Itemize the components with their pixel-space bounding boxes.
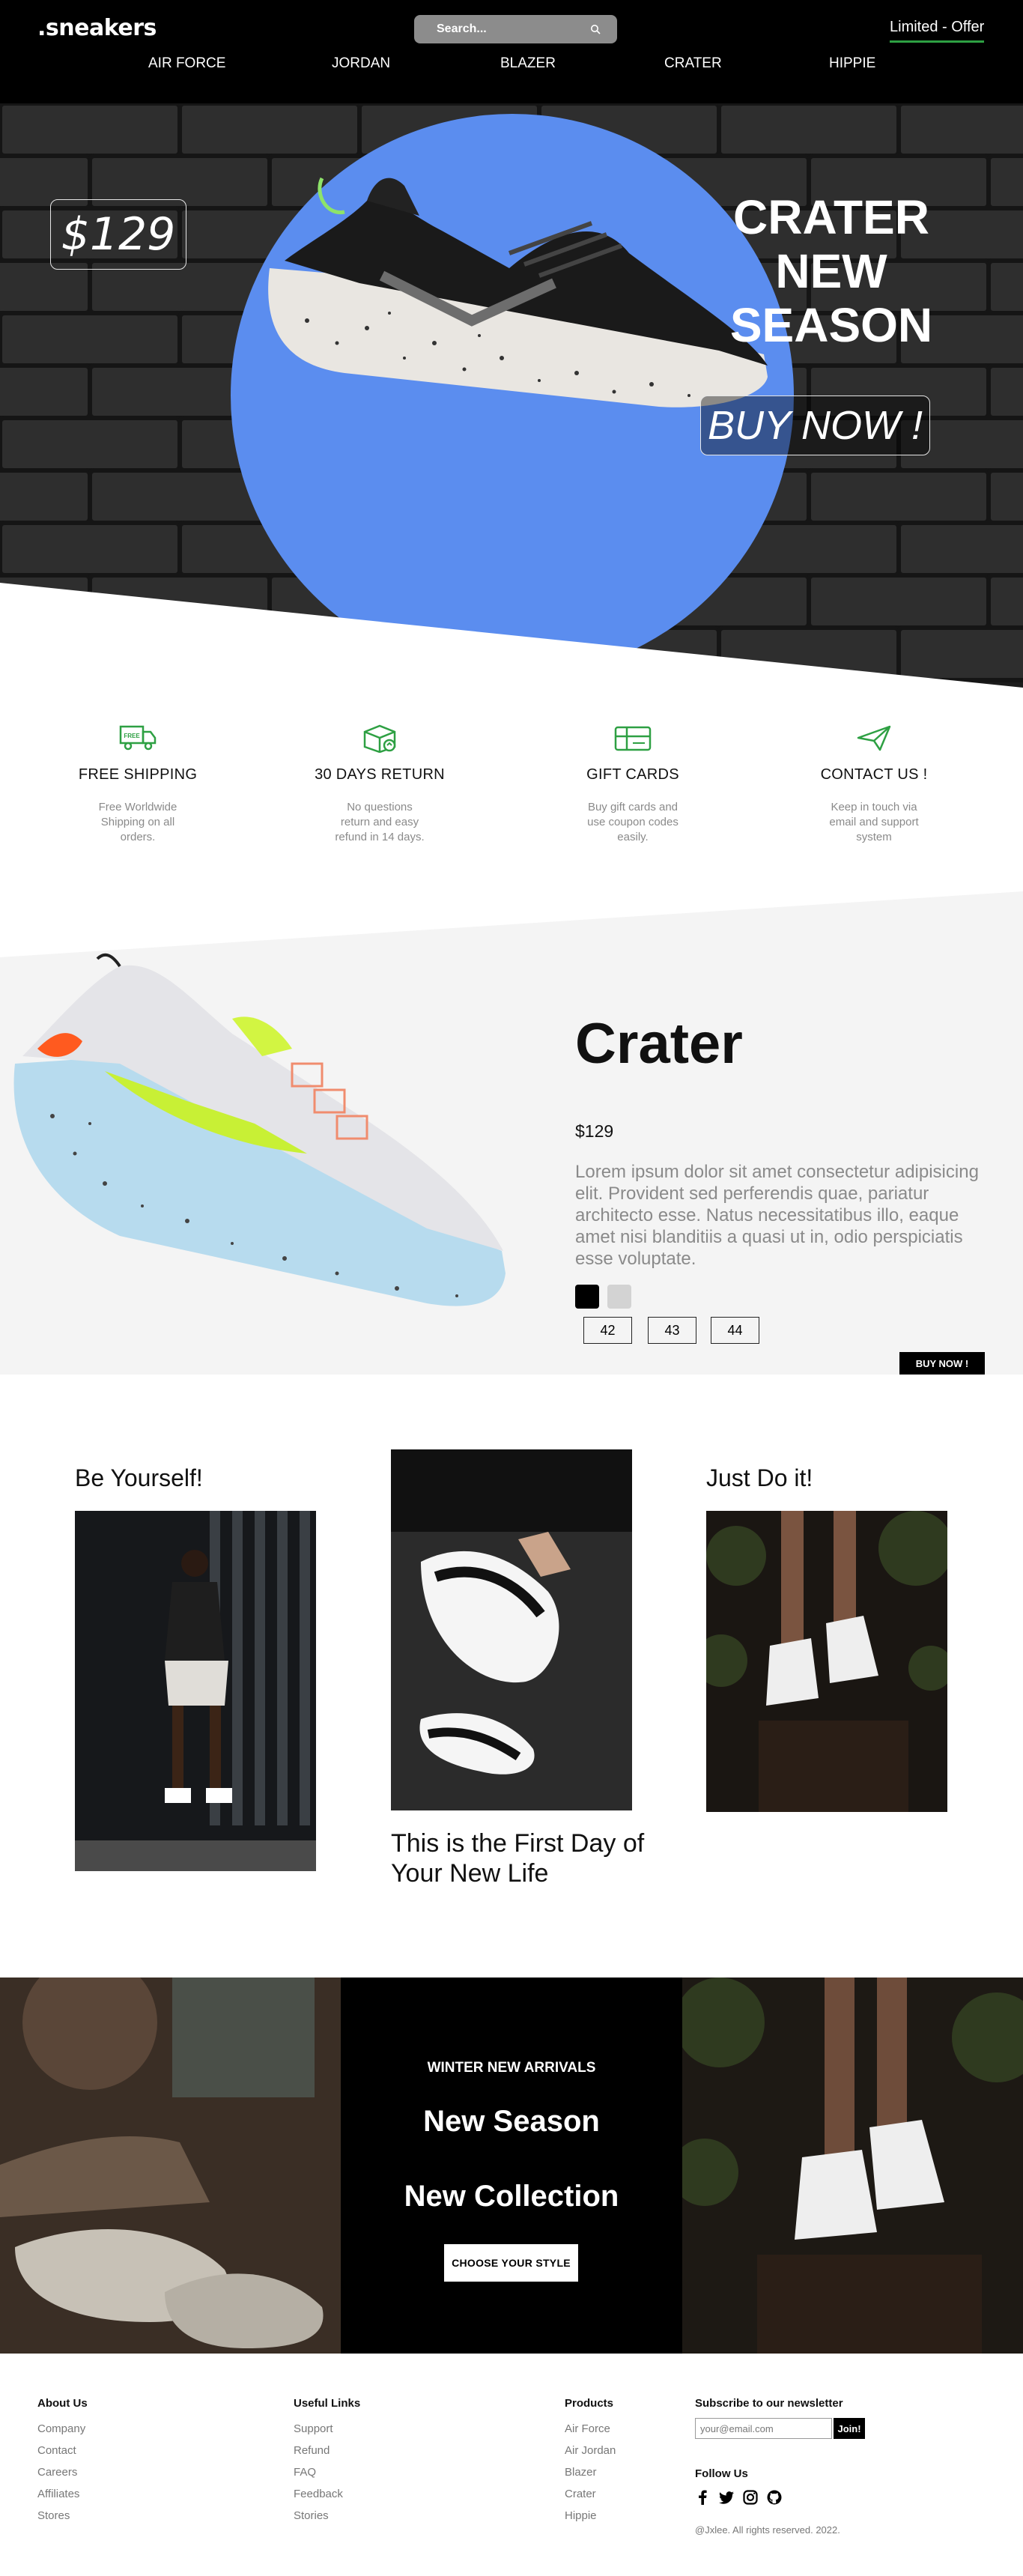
product-description: Lorem ipsum dolor sit amet consectetur a… [575,1162,979,1269]
hero-buy-now-button[interactable]: BUY NOW ! [700,396,930,455]
footer: About Us Company Contact Careers Affilia… [0,2354,1023,2576]
follow-us-title: Follow Us [695,2467,748,2480]
just-do-it-photo [706,1511,947,1812]
banner-heading-collection: New Collection [404,2180,619,2213]
menu-item-blazer[interactable]: BLAZER [500,55,556,72]
menu-item-jordan[interactable]: JORDAN [332,55,390,72]
footer-link-affiliates[interactable]: Affiliates [37,2483,88,2505]
footer-link-air-force[interactable]: Air Force [565,2418,616,2440]
footer-link-feedback[interactable]: Feedback [294,2483,360,2505]
footer-link-stories[interactable]: Stories [294,2505,360,2527]
feature-title: CONTACT US ! [820,766,928,783]
feature-title: FREE SHIPPING [78,766,198,783]
feature-free-shipping: FREE FREE SHIPPING Free Worldwide Shippi… [55,723,220,845]
footer-link-stores[interactable]: Stores [37,2505,88,2527]
menu-item-air-force[interactable]: AIR FORCE [148,55,225,72]
search-icon[interactable] [590,24,601,34]
size-option-44[interactable]: 44 [711,1317,759,1344]
github-icon[interactable] [767,2490,782,2505]
feature-30-days-return: 30 DAYS RETURN No questions return and e… [297,723,462,845]
facebook-icon[interactable] [695,2490,710,2505]
features-section: FREE FREE SHIPPING Free Worldwide Shippi… [0,723,1023,873]
size-option-43[interactable]: 43 [648,1317,696,1344]
banner-heading-season: New Season [423,2105,600,2138]
shoe-lacing-photo [391,1449,632,1810]
hero-price-tag: $129 [50,199,186,270]
footer-about-title: About Us [37,2397,88,2410]
footer-link-careers[interactable]: Careers [37,2461,88,2483]
hero-sneaker-image [268,177,768,407]
gift-card-icon [614,726,652,751]
footer-about-column: About Us Company Contact Careers Affilia… [37,2397,88,2527]
newsletter-join-button[interactable]: Join! [834,2418,865,2439]
limited-offer-link[interactable]: Limited - Offer [890,19,985,43]
first-day-caption: This is the First Day of Your New Life [391,1829,645,1888]
search-box [414,15,617,43]
feature-text: Buy gift cards and use coupon codes easi… [587,801,679,843]
crater-sneaker-image [13,953,506,1306]
footer-useful-column: Useful Links Support Refund FAQ Feedback… [294,2397,360,2527]
footer-link-blazer[interactable]: Blazer [565,2461,616,2483]
footer-link-company[interactable]: Company [37,2418,88,2440]
footer-products-title: Products [565,2397,614,2410]
footer-link-faq[interactable]: FAQ [294,2461,360,2483]
menu-item-hippie[interactable]: HIPPIE [829,55,875,72]
footer-link-refund[interactable]: Refund [294,2440,360,2461]
search-input[interactable] [437,22,586,36]
site-logo[interactable]: .sneakers [37,15,157,41]
hero-section: $129 CRATER NEW SEASON BUY NOW ! [0,103,1023,688]
newsletter-form: Subscribe to our newsletter Join! [695,2397,865,2439]
feature-text: Keep in touch via email and support syst… [829,801,919,843]
feature-contact-us: CONTACT US ! Keep in touch via email and… [792,723,956,845]
truck-icon: FREE [119,725,157,751]
product-price: $129 [575,1121,614,1141]
svg-text:FREE: FREE [124,733,140,739]
footer-products-column: Products Air Force Air Jordan Blazer Cra… [565,2397,616,2527]
size-option-42[interactable]: 42 [583,1317,632,1344]
product-buy-now-button[interactable]: BUY NOW ! [899,1352,985,1375]
feature-text: Free Worldwide Shipping on all orders. [98,801,177,843]
menu-item-crater[interactable]: CRATER [664,55,722,72]
social-links [695,2490,782,2505]
footer-link-contact[interactable]: Contact [37,2440,88,2461]
just-do-it-title: Just Do it! [706,1464,813,1491]
copyright-text: @Jxlee. All rights reserved. 2022. [695,2524,840,2536]
banner-subtitle: WINTER NEW ARRIVALS [427,2060,596,2076]
feature-gift-cards: GIFT CARDS Buy gift cards and use coupon… [550,723,715,845]
color-swatch-light-gray[interactable] [607,1285,631,1309]
feature-text: No questions return and easy refund in 1… [335,801,425,843]
choose-your-style-button[interactable]: CHOOSE YOUR STYLE [444,2244,578,2282]
instagram-icon[interactable] [743,2490,758,2505]
paper-plane-icon [857,725,891,751]
feature-title: GIFT CARDS [586,766,679,783]
be-yourself-photo [75,1511,316,1871]
feature-title: 30 DAYS RETURN [315,766,445,783]
banner-right-photo [682,1978,1023,2354]
return-box-icon [363,724,396,753]
footer-link-support[interactable]: Support [294,2418,360,2440]
banner-left-photo [0,1978,341,2354]
color-swatch-black[interactable] [575,1285,599,1309]
newsletter-email-input[interactable] [695,2418,832,2439]
be-yourself-title: Be Yourself! [75,1464,203,1491]
hero-title: CRATER NEW SEASON [729,190,933,352]
footer-link-air-jordan[interactable]: Air Jordan [565,2440,616,2461]
product-name: Crater [575,1012,743,1076]
twitter-icon[interactable] [719,2490,734,2505]
top-navbar: .sneakers Limited - Offer AIR FORCE JORD… [0,0,1023,103]
footer-link-crater[interactable]: Crater [565,2483,616,2505]
product-section: Crater $129 Lorem ipsum dolor sit amet c… [0,891,1023,1375]
footer-link-hippie[interactable]: Hippie [565,2505,616,2527]
gallery-section: Be Yourself! This is the First Day of Yo… [0,1375,1023,1989]
footer-useful-title: Useful Links [294,2397,361,2410]
newsletter-title: Subscribe to our newsletter [695,2397,843,2410]
new-arrivals-banner: WINTER NEW ARRIVALS New Season New Colle… [0,1978,1023,2354]
